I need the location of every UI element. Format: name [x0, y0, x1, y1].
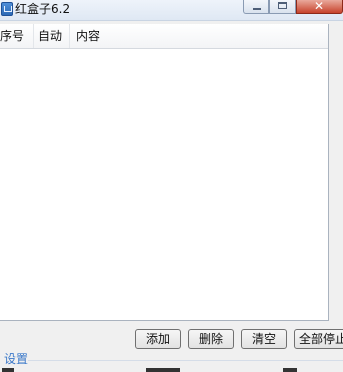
minimize-icon — [253, 8, 261, 10]
close-icon: ✕ — [314, 0, 325, 13]
clear-button[interactable]: 清空 — [241, 329, 287, 349]
maximize-icon — [278, 2, 287, 9]
app-window: 红盒子6.2 ✕ 序号 自动 内容 添加 删除 清空 全部停止 设置 — [0, 0, 343, 372]
app-icon[interactable] — [1, 2, 13, 16]
cutoff-text-fragment — [146, 368, 180, 372]
cutoff-text-fragment — [2, 368, 14, 372]
cutoff-text-fragment — [283, 368, 297, 372]
column-header-auto[interactable]: 自动 — [34, 24, 70, 48]
settings-group-label: 设置 — [4, 352, 29, 366]
task-list[interactable]: 序号 自动 内容 — [0, 24, 329, 321]
minimize-button[interactable] — [243, 0, 269, 14]
column-header-sequence[interactable]: 序号 — [0, 24, 34, 48]
add-button[interactable]: 添加 — [135, 329, 181, 349]
close-button[interactable]: ✕ — [296, 0, 343, 14]
maximize-button[interactable] — [269, 0, 296, 14]
delete-button[interactable]: 删除 — [188, 329, 234, 349]
title-bar[interactable]: 红盒子6.2 ✕ — [0, 0, 343, 21]
window-title: 红盒子6.2 — [15, 2, 71, 16]
stop-all-button[interactable]: 全部停止 — [294, 329, 343, 349]
column-header-content[interactable]: 内容 — [70, 24, 328, 48]
settings-group-divider — [28, 360, 343, 361]
list-header: 序号 自动 内容 — [0, 24, 328, 49]
